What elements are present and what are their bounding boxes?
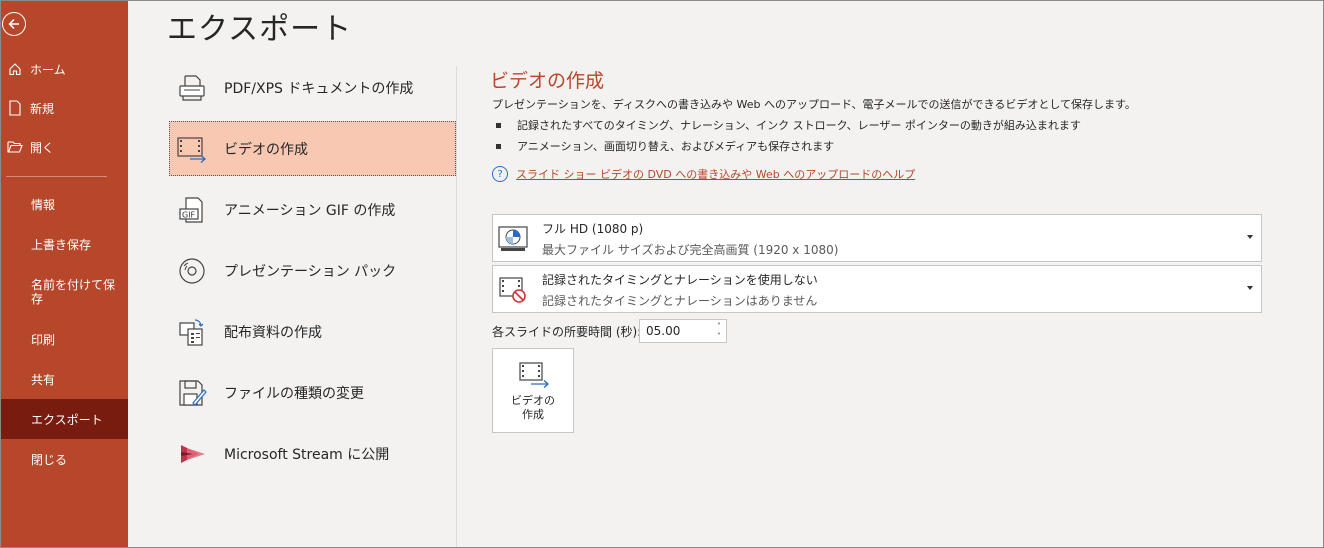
option-label: プレゼンテーション パック <box>224 263 397 280</box>
back-arrow-icon <box>8 18 19 30</box>
help-question-icon: ? <box>492 166 508 182</box>
sidebar-item-print[interactable]: 印刷 <box>0 319 128 359</box>
folder-open-icon <box>0 140 30 154</box>
seconds-value[interactable]: 05.00 <box>646 324 680 338</box>
help-link[interactable]: スライド ショー ビデオの DVD への書き込みや Web へのアップロードのヘ… <box>516 166 915 182</box>
cd-package-icon <box>176 255 208 287</box>
option-create-gif[interactable]: GIF アニメーション GIF の作成 <box>169 182 456 237</box>
new-document-icon <box>0 100 30 116</box>
option-label: PDF/XPS ドキュメントの作成 <box>224 80 414 97</box>
sidebar-item-share[interactable]: 共有 <box>0 359 128 399</box>
pdf-xps-icon <box>176 72 208 104</box>
no-timing-icon <box>497 274 529 306</box>
video-quality-dropdown[interactable]: フル HD (1080 p) 最大ファイル サイズおよび完全高画質 (1920 … <box>492 214 1262 262</box>
sidebar-item-label: 閉じる <box>31 452 68 467</box>
create-video-button-label: ビデオの 作成 <box>493 394 573 422</box>
sidebar-item-export[interactable]: エクスポート <box>0 399 128 439</box>
sidebar-item-label: ホーム <box>30 62 66 77</box>
gif-icon: GIF <box>176 194 208 226</box>
sidebar-item-open[interactable]: 開く <box>0 127 128 167</box>
option-label: 配布資料の作成 <box>224 324 322 341</box>
sidebar-item-save-as[interactable]: 名前を付けて保存 <box>0 264 128 320</box>
timing-narration-dropdown[interactable]: 記録されたタイミングとナレーションを使用しない 記録されたタイミングとナレーショ… <box>492 265 1262 313</box>
spinner-down-icon[interactable]: ˅ <box>714 331 724 341</box>
sidebar-item-new[interactable]: 新規 <box>0 88 128 128</box>
option-label: Microsoft Stream に公開 <box>224 446 390 463</box>
sidebar-item-label: 共有 <box>31 372 56 387</box>
page-title: エクスポート <box>167 12 353 47</box>
sidebar-item-home[interactable]: ホーム <box>0 49 128 89</box>
option-presentation-package[interactable]: プレゼンテーション パック <box>169 243 456 298</box>
sidebar-item-save[interactable]: 上書き保存 <box>0 224 128 264</box>
presentation-quality-icon <box>497 223 529 255</box>
option-change-file-type[interactable]: ファイルの種類の変更 <box>169 365 456 420</box>
backstage-sidebar: ホーム 新規 開く 情報 上書き保存 名前を付けて保存 印刷 共有 エクスポート… <box>0 0 128 548</box>
dropdown-arrow-icon <box>1247 286 1253 290</box>
sidebar-item-label: 情報 <box>31 197 56 212</box>
sidebar-item-label: 名前を付けて保存 <box>31 278 116 306</box>
export-options-list: PDF/XPS ドキュメントの作成 ビデオの作成 GIF アニメーション GIF… <box>169 60 456 487</box>
dropdown-main-text: フル HD (1080 p) <box>542 222 644 236</box>
option-create-video[interactable]: ビデオの作成 <box>169 121 456 176</box>
detail-bullet: 記録されたすべてのタイミング、ナレーション、インク ストローク、レーザー ポイン… <box>496 117 1081 133</box>
bullet-text: アニメーション、画面切り替え、およびメディアも保存されます <box>517 140 835 153</box>
detail-title: ビデオの作成 <box>490 70 605 92</box>
video-icon <box>519 362 549 388</box>
svg-text:GIF: GIF <box>182 210 196 219</box>
seconds-per-slide-spinner[interactable]: 05.00 ˄ ˅ <box>639 319 727 343</box>
dropdown-arrow-icon <box>1247 235 1253 239</box>
create-button-line2: 作成 <box>522 408 544 421</box>
option-create-handouts[interactable]: 配布資料の作成 <box>169 304 456 359</box>
video-icon <box>176 133 208 165</box>
detail-bullet: アニメーション、画面切り替え、およびメディアも保存されます <box>496 138 834 154</box>
change-file-type-icon <box>176 377 208 409</box>
bullet-marker <box>496 143 501 149</box>
dropdown-sub-text: 記録されたタイミングとナレーションはありません <box>542 294 818 308</box>
panel-divider <box>456 66 457 548</box>
bullet-marker <box>496 122 501 128</box>
create-button-line1: ビデオの <box>511 394 555 407</box>
sidebar-item-label: 印刷 <box>31 332 56 347</box>
sidebar-item-label: 新規 <box>30 101 55 116</box>
dropdown-sub-text: 最大ファイル サイズおよび完全高画質 (1920 x 1080) <box>542 243 839 257</box>
option-create-pdf-xps[interactable]: PDF/XPS ドキュメントの作成 <box>169 60 456 115</box>
back-button[interactable] <box>2 12 26 36</box>
bullet-text: 記録されたすべてのタイミング、ナレーション、インク ストローク、レーザー ポイン… <box>517 119 1081 132</box>
option-label: ファイルの種類の変更 <box>224 385 364 402</box>
detail-description: プレゼンテーションを、ディスクへの書き込みや Web へのアップロード、電子メー… <box>492 98 1136 111</box>
sidebar-item-label: エクスポート <box>31 412 103 427</box>
home-icon <box>0 62 30 76</box>
sidebar-item-label: 上書き保存 <box>31 237 92 252</box>
create-video-button[interactable]: ビデオの 作成 <box>492 348 574 433</box>
seconds-per-slide-label: 各スライドの所要時間 (秒): <box>492 325 642 339</box>
option-label: ビデオの作成 <box>224 141 308 158</box>
spinner-up-icon[interactable]: ˄ <box>714 321 724 331</box>
sidebar-divider <box>6 176 107 177</box>
dropdown-main-text: 記録されたタイミングとナレーションを使用しない <box>542 273 818 287</box>
sidebar-item-label: 開く <box>30 140 55 155</box>
option-label: アニメーション GIF の作成 <box>224 202 396 219</box>
microsoft-stream-icon <box>176 438 208 470</box>
sidebar-item-close[interactable]: 閉じる <box>0 439 128 479</box>
help-link-row[interactable]: ? スライド ショー ビデオの DVD への書き込みや Web へのアップロード… <box>492 166 915 182</box>
sidebar-item-info[interactable]: 情報 <box>0 184 128 224</box>
handouts-icon <box>176 316 208 348</box>
option-publish-microsoft-stream[interactable]: Microsoft Stream に公開 <box>169 426 456 481</box>
